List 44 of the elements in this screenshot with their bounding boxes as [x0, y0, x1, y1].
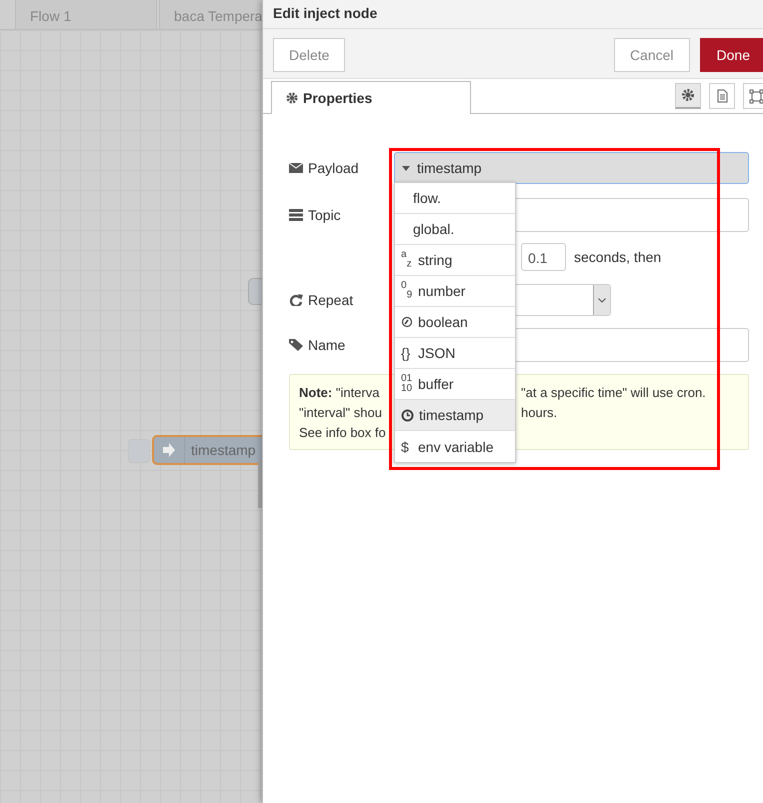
menu-item[interactable]: {} JSON: [395, 338, 515, 369]
type-select[interactable]: timestamp: [394, 152, 749, 184]
tag-icon: [289, 339, 303, 351]
delay-label: seconds, then: [574, 249, 662, 265]
refresh-icon: [289, 294, 303, 306]
field-label: Repeat: [308, 292, 354, 308]
properties-tab[interactable]: Properties: [271, 81, 471, 114]
tray-button[interactable]: Cancel: [614, 38, 690, 72]
chevron-icon: [598, 298, 606, 302]
scrollbar[interactable]: [258, 460, 262, 508]
frame-icon: [748, 88, 763, 104]
type-icon: $: [401, 440, 413, 454]
type-icon: 01 10: [401, 374, 413, 394]
settings-button[interactable]: [675, 83, 701, 109]
done-button[interactable]: Done: [700, 38, 763, 72]
list-icon: [289, 209, 303, 221]
note-text: "interval" shou: [299, 404, 383, 422]
gear-icon: [680, 88, 696, 103]
menu-item[interactable]: global.: [395, 214, 515, 245]
caret-icon: [402, 166, 410, 170]
tray-title: Edit inject node: [263, 0, 763, 29]
note-text: hours.: [521, 404, 558, 422]
node-label: timestamp: [190, 442, 256, 458]
frame-button[interactable]: [743, 83, 763, 109]
note-text: See info box fo: [299, 424, 387, 442]
clock-icon: [401, 408, 414, 422]
menu-item[interactable]: boolean: [395, 307, 515, 338]
menu-item[interactable]: timestamp: [395, 400, 515, 431]
menu-item[interactable]: flow.: [395, 183, 515, 214]
document-icon: [714, 88, 730, 104]
document-button[interactable]: [709, 83, 735, 109]
note-text: "at a specific time" will use cron.: [521, 384, 707, 402]
field-label: Name: [308, 337, 346, 353]
field-label: Topic: [308, 207, 341, 223]
delay-input[interactable]: 0.1: [521, 243, 566, 271]
note-text: Note: "interva: [299, 384, 380, 402]
gear-icon: [286, 92, 298, 104]
envelope-icon: [289, 162, 303, 174]
field-label: Payload: [308, 160, 359, 176]
type-icon: {}: [401, 346, 413, 360]
arrow-icon: [162, 442, 176, 458]
menu-item[interactable]: $ env variable: [395, 431, 515, 462]
tray-button[interactable]: Delete: [273, 38, 346, 72]
toggle-icon: [401, 316, 413, 328]
